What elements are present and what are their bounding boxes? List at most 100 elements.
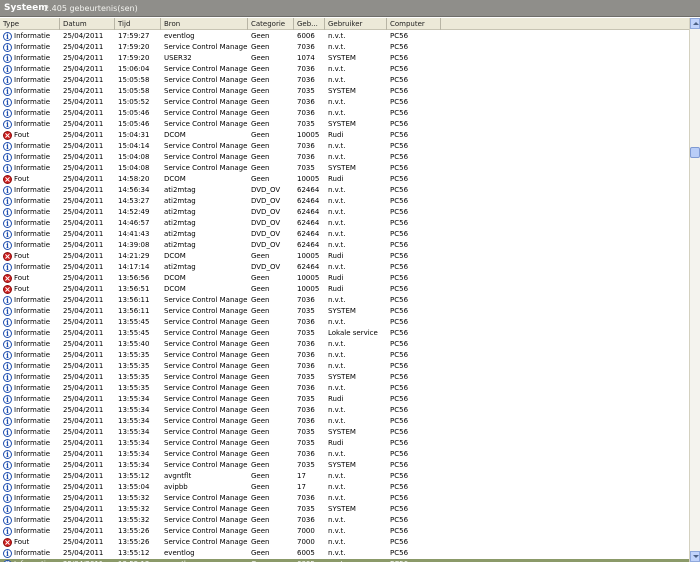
cell-user: Rudi	[328, 131, 344, 139]
event-row[interactable]: Fout 25/04/2011 13:56:51 DCOM Geen 10005 Rudi P…	[0, 284, 689, 295]
cell-type: Informatie	[14, 208, 51, 216]
cell-type: Informatie	[14, 263, 51, 271]
event-row[interactable]: Fout 25/04/2011 14:21:29 DCOM Geen 10005 Rudi P…	[0, 251, 689, 262]
event-row[interactable]: Informatie 25/04/2011 14:52:49 ati2mtag DVD_…	[0, 207, 689, 218]
event-row[interactable]: Fout 25/04/2011 14:58:20 DCOM Geen 10005 Rudi P…	[0, 174, 689, 185]
event-row[interactable]: Informatie 25/04/2011 13:55:35 Service Cont…	[0, 350, 689, 361]
cell-type: Fout	[14, 274, 30, 282]
event-row[interactable]: Informatie 25/04/2011 13:55:35 Service Cont…	[0, 383, 689, 394]
scroll-down-button[interactable]	[690, 551, 700, 562]
cell-event: 7036	[297, 296, 315, 304]
cell-event: 7035	[297, 120, 315, 128]
cell-source: ati2mtag	[164, 219, 196, 227]
event-row[interactable]: Informatie 25/04/2011 15:04:14 Service Cont…	[0, 141, 689, 152]
scroll-up-button[interactable]	[690, 18, 700, 29]
column-header-category[interactable]: Categorie	[248, 18, 294, 30]
info-icon	[3, 120, 12, 129]
event-row[interactable]: Informatie 25/04/2011 17:59:27 eventlog Geen…	[0, 31, 689, 42]
event-row[interactable]: Informatie 25/04/2011 13:55:34 Service Cont…	[0, 416, 689, 427]
event-row[interactable]: Informatie 25/04/2011 17:59:20 Service Cont…	[0, 42, 689, 53]
event-row[interactable]: Informatie 25/04/2011 15:05:58 Service Cont…	[0, 75, 689, 86]
cell-date: 25/04/2011	[63, 274, 104, 282]
event-list[interactable]: Informatie 25/04/2011 17:59:27 eventlog Geen…	[0, 31, 689, 562]
cell-type: Informatie	[14, 307, 51, 315]
cell-event: 62464	[297, 208, 320, 216]
error-icon	[3, 274, 12, 283]
event-row[interactable]: Informatie 25/04/2011 13:55:35 Service Cont…	[0, 372, 689, 383]
column-header-event[interactable]: Geb...	[294, 18, 325, 30]
cell-computer: PC56	[390, 461, 409, 469]
event-row[interactable]: Informatie 25/04/2011 13:55:45 Service Cont…	[0, 317, 689, 328]
event-row[interactable]: Informatie 25/04/2011 14:39:08 ati2mtag DVD_…	[0, 240, 689, 251]
event-row[interactable]: Fout 25/04/2011 15:04:31 DCOM Geen 10005 Rudi P…	[0, 130, 689, 141]
cell-type: Informatie	[14, 109, 51, 117]
column-header-computer[interactable]: Computer	[387, 18, 441, 30]
column-header-source[interactable]: Bron	[161, 18, 248, 30]
event-row[interactable]: Informatie 25/04/2011 13:55:04 avipbb Geen 17…	[0, 482, 689, 493]
info-icon	[3, 43, 12, 52]
cell-computer: PC56	[390, 54, 409, 62]
cell-category: Geen	[251, 406, 270, 414]
cell-computer: PC56	[390, 98, 409, 106]
event-row[interactable]: Informatie 25/04/2011 13:55:26 Service Cont…	[0, 526, 689, 537]
event-row[interactable]: Informatie 25/04/2011 17:59:20 USER32 Geen 10…	[0, 53, 689, 64]
event-row[interactable]: Informatie 25/04/2011 13:56:11 Service Cont…	[0, 295, 689, 306]
info-icon	[3, 351, 12, 360]
cell-user: SYSTEM	[328, 54, 356, 62]
event-row[interactable]: Informatie 25/04/2011 15:05:58 Service Cont…	[0, 86, 689, 97]
cell-source: Service Control Manager	[164, 516, 248, 524]
vertical-scrollbar[interactable]	[689, 18, 700, 562]
event-row[interactable]: Informatie 25/04/2011 13:55:12 eventlog Geen…	[0, 548, 689, 559]
event-row[interactable]: Informatie 25/04/2011 13:55:34 Service Cont…	[0, 427, 689, 438]
event-row[interactable]: Informatie 25/04/2011 13:55:35 Service Cont…	[0, 361, 689, 372]
cell-category: Geen	[251, 549, 270, 557]
cell-user: n.v.t.	[328, 483, 346, 491]
event-row[interactable]: Informatie 25/04/2011 14:41:43 ati2mtag DVD_…	[0, 229, 689, 240]
event-row[interactable]: Informatie 25/04/2011 13:55:34 Service Cont…	[0, 460, 689, 471]
cell-computer: PC56	[390, 340, 409, 348]
cell-type: Informatie	[14, 428, 51, 436]
event-row[interactable]: Informatie 25/04/2011 13:56:11 Service Cont…	[0, 306, 689, 317]
event-row[interactable]: Informatie 25/04/2011 15:04:08 Service Cont…	[0, 163, 689, 174]
event-row[interactable]: Informatie 25/04/2011 13:55:32 Service Cont…	[0, 515, 689, 526]
cell-event: 62464	[297, 230, 320, 238]
event-row[interactable]: Informatie 25/04/2011 15:05:46 Service Cont…	[0, 119, 689, 130]
scroll-thumb[interactable]	[690, 146, 700, 158]
event-row[interactable]: Informatie 25/04/2011 15:06:04 Service Cont…	[0, 64, 689, 75]
cell-source: DCOM	[164, 274, 186, 282]
event-row[interactable]: Informatie 25/04/2011 14:17:14 ati2mtag DVD_…	[0, 262, 689, 273]
info-icon	[3, 549, 12, 558]
event-row[interactable]: Informatie 25/04/2011 13:55:34 Service Cont…	[0, 405, 689, 416]
event-row[interactable]: Informatie 25/04/2011 13:55:45 Service Cont…	[0, 328, 689, 339]
column-header-date[interactable]: Datum	[60, 18, 115, 30]
event-row[interactable]: Informatie 25/04/2011 13:55:32 Service Cont…	[0, 504, 689, 515]
event-row[interactable]: Informatie 25/04/2011 13:55:40 Service Cont…	[0, 339, 689, 350]
cell-source: Service Control Manager	[164, 153, 248, 161]
event-row[interactable]: Informatie 25/04/2011 13:55:34 Service Cont…	[0, 449, 689, 460]
cell-time: 13:55:35	[118, 384, 150, 392]
column-header-time[interactable]: Tijd	[115, 18, 161, 30]
event-row[interactable]: Informatie 25/04/2011 14:53:27 ati2mtag DVD_…	[0, 196, 689, 207]
info-icon	[3, 87, 12, 96]
cell-computer: PC56	[390, 362, 409, 370]
event-row[interactable]: Informatie 25/04/2011 13:55:32 Service Cont…	[0, 493, 689, 504]
cell-category: Geen	[251, 395, 270, 403]
cell-date: 25/04/2011	[63, 153, 104, 161]
column-header-type[interactable]: Type	[0, 18, 60, 30]
event-row[interactable]: Informatie 25/04/2011 15:04:08 Service Cont…	[0, 152, 689, 163]
cell-category: Geen	[251, 351, 270, 359]
column-header-user[interactable]: Gebruiker	[325, 18, 387, 30]
event-row[interactable]: Informatie 25/04/2011 13:55:34 Service Cont…	[0, 438, 689, 449]
error-icon	[3, 285, 12, 294]
event-row[interactable]: Informatie 25/04/2011 15:05:46 Service Cont…	[0, 108, 689, 119]
cell-time: 15:05:52	[118, 98, 150, 106]
event-row[interactable]: Informatie 25/04/2011 13:55:34 Service Cont…	[0, 394, 689, 405]
event-row[interactable]: Informatie 25/04/2011 14:56:34 ati2mtag DVD_…	[0, 185, 689, 196]
event-row[interactable]: Fout 25/04/2011 13:56:56 DCOM Geen 10005 Rudi P…	[0, 273, 689, 284]
event-row[interactable]: Informatie 25/04/2011 14:46:57 ati2mtag DVD_…	[0, 218, 689, 229]
cell-source: Service Control Manager	[164, 142, 248, 150]
event-row[interactable]: Fout 25/04/2011 13:55:26 Service Control Ma…	[0, 537, 689, 548]
event-row[interactable]: Informatie 25/04/2011 13:55:12 avgntflt Geen…	[0, 471, 689, 482]
cell-date: 25/04/2011	[63, 307, 104, 315]
event-row[interactable]: Informatie 25/04/2011 15:05:52 Service Cont…	[0, 97, 689, 108]
